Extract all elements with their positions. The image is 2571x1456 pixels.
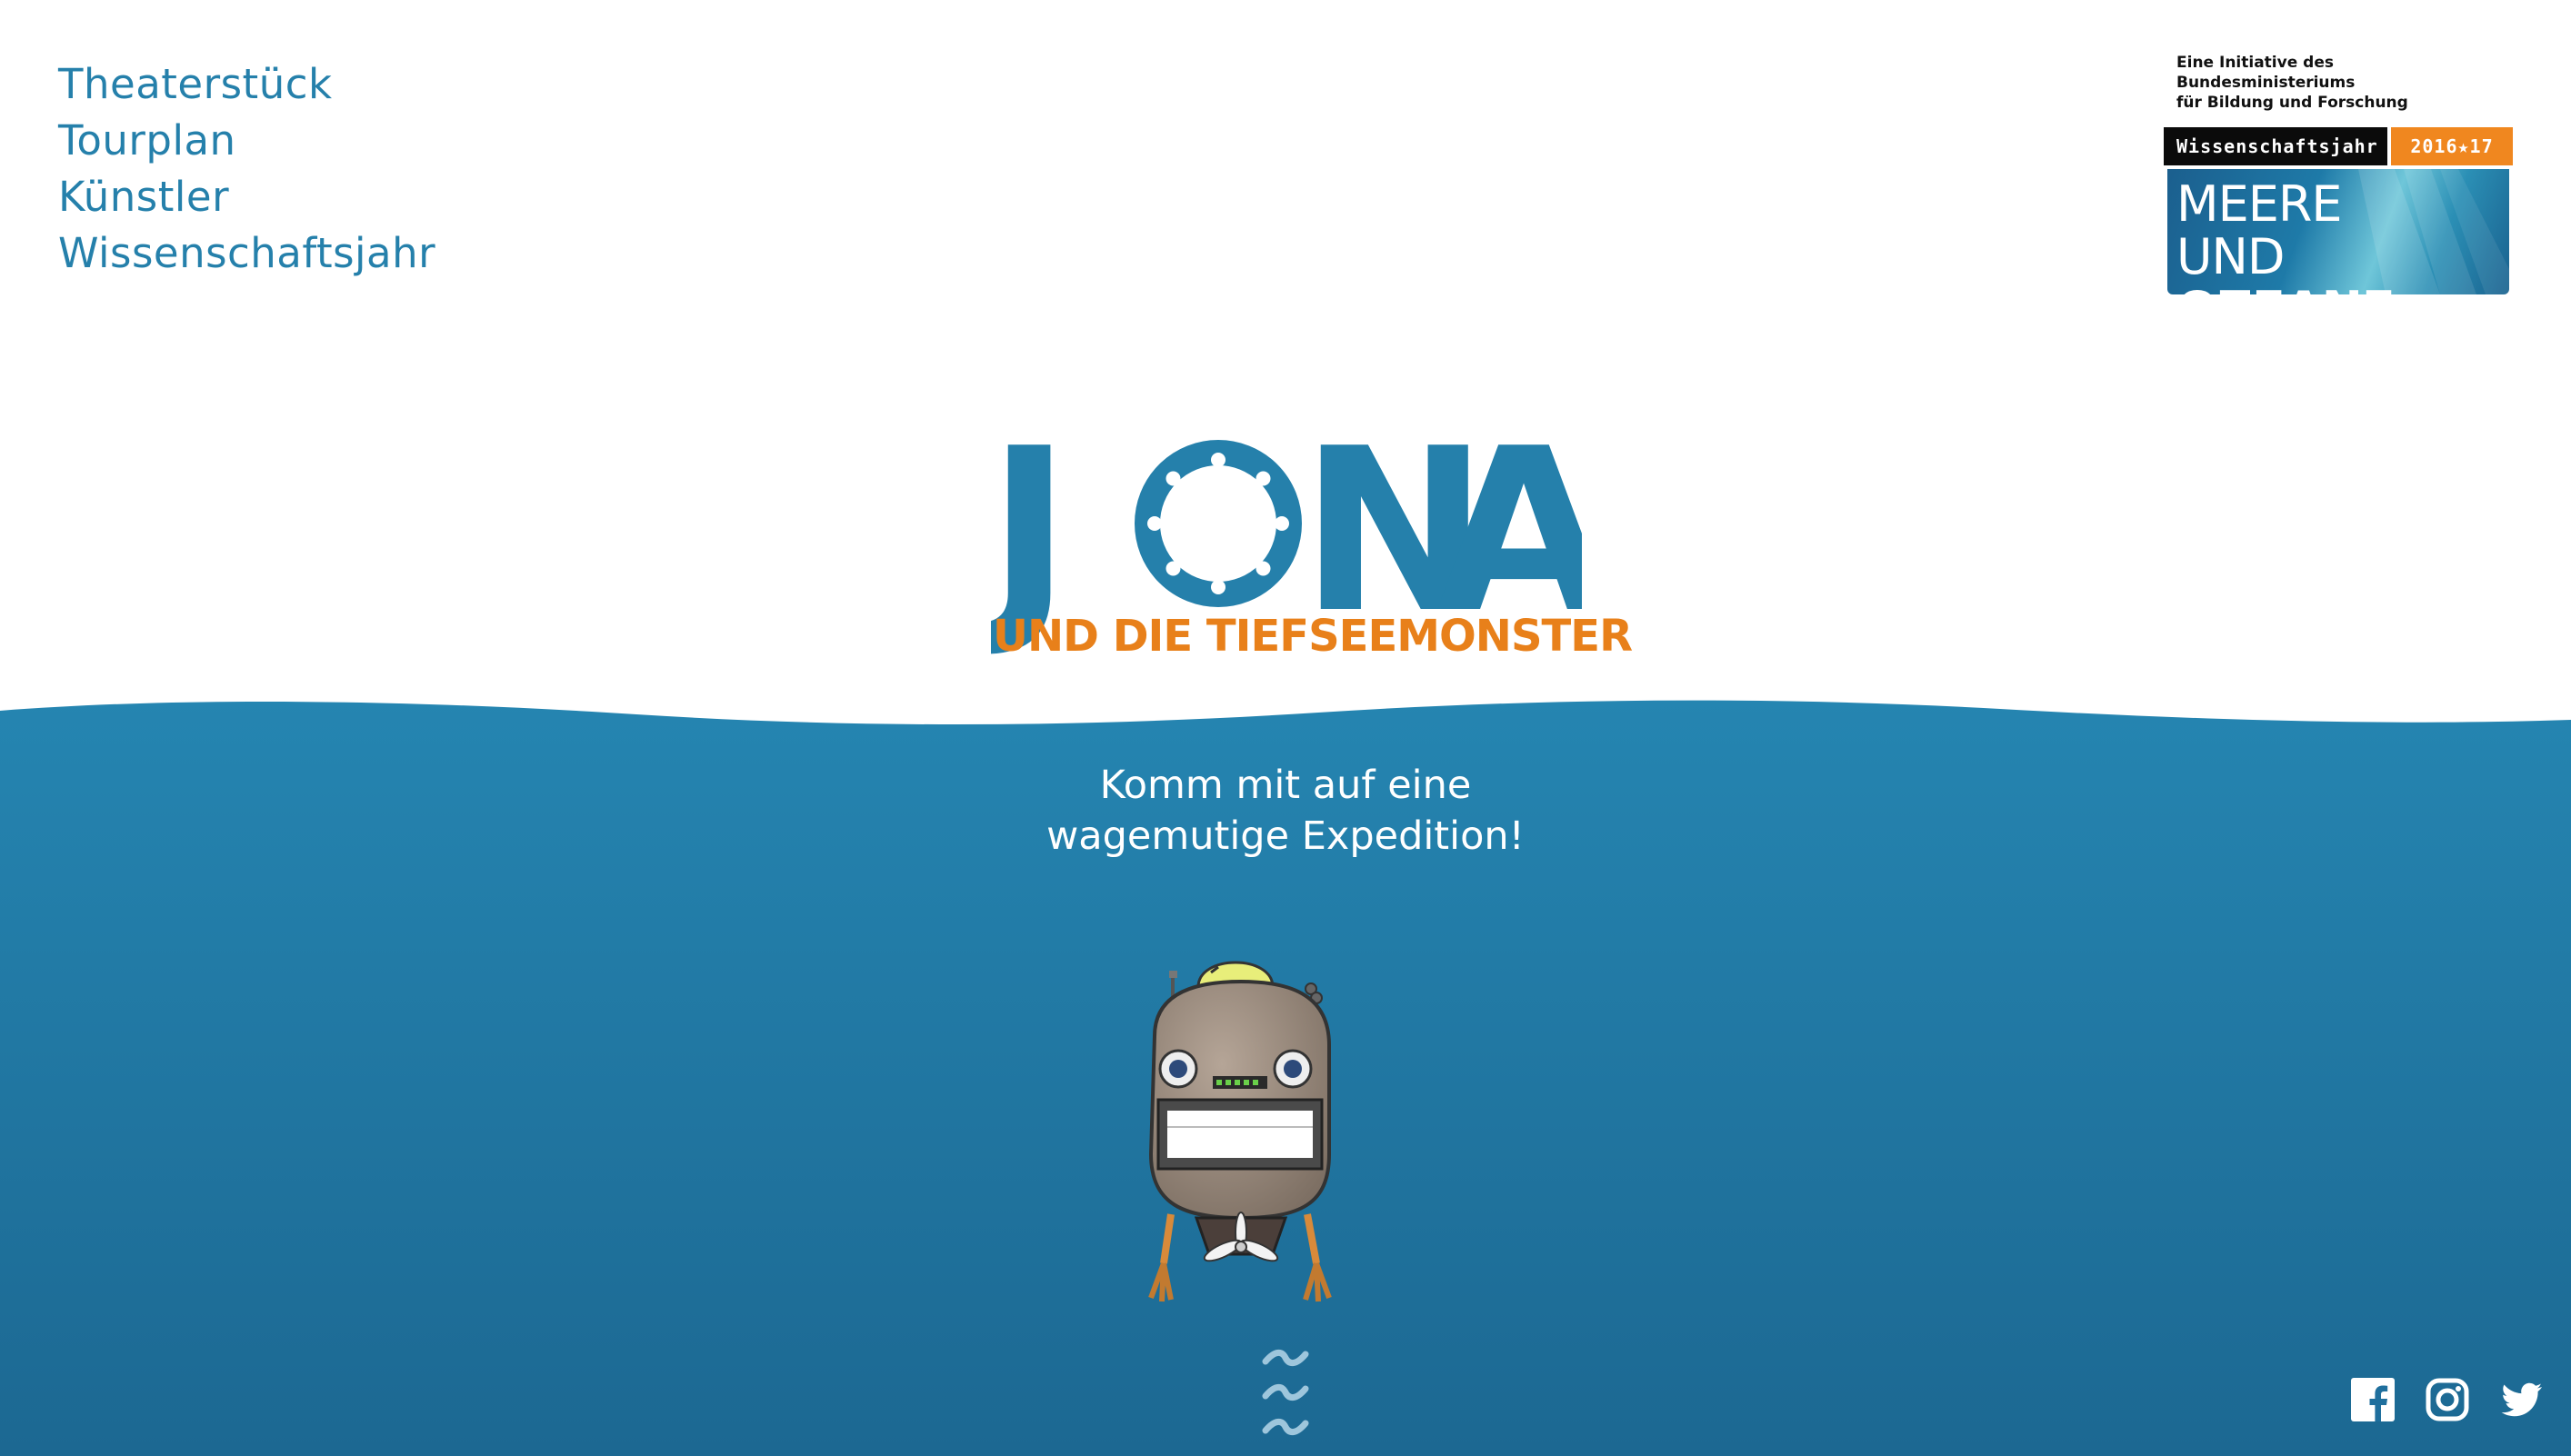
sponsor-bar-years: 2016★17 bbox=[2391, 127, 2513, 165]
robot-submarine-illustration bbox=[1148, 961, 1332, 1302]
social-links bbox=[2351, 1378, 2544, 1421]
facebook-icon[interactable] bbox=[2351, 1378, 2395, 1421]
main-nav: Theaterstück Tourplan Künstler Wissensch… bbox=[58, 56, 435, 282]
meere-ozeane-box: MEERE UND OZEANE bbox=[2167, 169, 2509, 294]
tagline-line-2: wagemutige Expedition! bbox=[1046, 813, 1525, 859]
initiative-line-2: für Bildung und Forschung bbox=[2176, 94, 2408, 112]
box-line-2a: UND bbox=[2176, 228, 2285, 285]
wave-scroll-icon[interactable] bbox=[1258, 1343, 1313, 1443]
page: Theaterstück Tourplan Künstler Wissensch… bbox=[0, 0, 2571, 1456]
logo-subtitle: UND DIE TIEFSEEMONSTER bbox=[993, 611, 1633, 662]
box-line-1: MEERE bbox=[2176, 175, 2342, 233]
sponsor-bar-title: Wissenschaftsjahr bbox=[2164, 127, 2387, 165]
nav-item-kuenstler[interactable]: Künstler bbox=[58, 169, 435, 225]
nav-item-theaterstueck[interactable]: Theaterstück bbox=[58, 56, 435, 113]
twitter-icon[interactable] bbox=[2500, 1378, 2544, 1421]
nav-item-tourplan[interactable]: Tourplan bbox=[58, 113, 435, 169]
tagline-line-1: Komm mit auf eine bbox=[1099, 763, 1472, 808]
instagram-icon[interactable] bbox=[2426, 1378, 2469, 1421]
sponsor-initiative-text: Eine Initiative des Bundesministeriums f… bbox=[2176, 53, 2513, 113]
tagline: Komm mit auf eine wagemutige Expedition! bbox=[0, 760, 2571, 862]
nav-item-wissenschaftsjahr[interactable]: Wissenschaftsjahr bbox=[58, 225, 435, 282]
initiative-line-1: Eine Initiative des Bundesministeriums bbox=[2176, 54, 2356, 92]
wissenschaftsjahr-logo[interactable]: Eine Initiative des Bundesministeriums f… bbox=[2164, 53, 2513, 294]
box-line-2: UND OZEANE bbox=[2176, 228, 2509, 295]
sponsor-bar: Wissenschaftsjahr 2016★17 bbox=[2164, 127, 2513, 165]
box-line-2b: OZEANE bbox=[2176, 281, 2396, 295]
porthole-o-icon bbox=[1135, 440, 1302, 607]
